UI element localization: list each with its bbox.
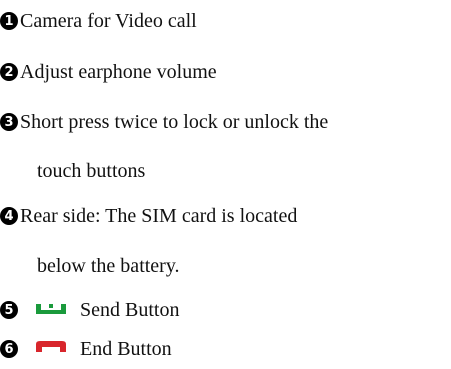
list-item-lock: 3 Short press twice to lock or unlock th…	[0, 110, 328, 134]
item-text-lock: Short press twice to lock or unlock the	[20, 111, 329, 133]
number-badge-4: 4	[0, 207, 18, 225]
list-item-camera: 1 Camera for Video call	[0, 9, 197, 33]
end-call-icon	[34, 337, 68, 361]
number-badge-5: 5	[0, 301, 18, 319]
number-badge-1: 1	[0, 12, 18, 30]
list-item-sim-continuation: below the battery.	[37, 254, 180, 278]
send-call-icon	[34, 298, 68, 322]
list-item-volume: 2 Adjust earphone volume	[0, 60, 217, 84]
item-text-sim-continuation: below the battery.	[37, 255, 180, 277]
send-call-icon-dot	[49, 304, 53, 308]
list-item-send: 5 Send Button	[0, 298, 179, 322]
end-call-icon-shape	[36, 341, 66, 352]
item-text-camera: Camera for Video call	[20, 10, 197, 32]
item-text-end: End Button	[80, 338, 172, 360]
item-text-volume: Adjust earphone volume	[20, 61, 217, 83]
number-badge-6: 6	[0, 340, 18, 358]
list-item-sim: 4 Rear side: The SIM card is located	[0, 204, 297, 228]
list-item-lock-continuation: touch buttons	[37, 159, 145, 183]
item-text-sim: Rear side: The SIM card is located	[20, 205, 298, 227]
item-text-send: Send Button	[80, 299, 180, 321]
number-badge-3: 3	[0, 113, 18, 131]
number-badge-2: 2	[0, 63, 18, 81]
list-item-end: 6 End Button	[0, 337, 172, 361]
item-text-lock-continuation: touch buttons	[37, 160, 146, 182]
